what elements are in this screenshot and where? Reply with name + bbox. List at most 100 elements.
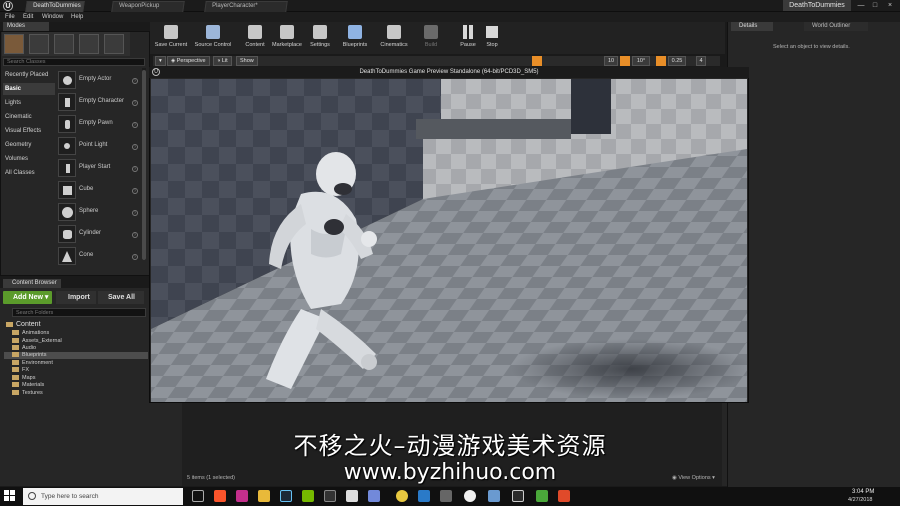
folder-item[interactable]: Assets_External — [12, 338, 148, 345]
help-icon[interactable]: ? — [132, 210, 138, 216]
build-button[interactable]: Build — [418, 23, 444, 53]
category-volumes[interactable]: Volumes — [3, 153, 55, 165]
place-item-cone[interactable]: Cone — [57, 245, 139, 267]
scale-snap-value[interactable]: 0.25 — [668, 56, 686, 66]
snap-toggle-icon[interactable] — [532, 56, 542, 66]
folder-item[interactable]: Animations — [12, 330, 148, 337]
windows-start-icon[interactable] — [4, 490, 16, 502]
viewport-options-button[interactable]: ▾ — [155, 56, 166, 66]
place-item-empty-pawn[interactable]: Empty Pawn — [57, 113, 139, 135]
grid-snap-value[interactable]: 10 — [604, 56, 618, 66]
nvidia-icon[interactable] — [302, 490, 314, 502]
doc-tab-weapon-pickup[interactable]: WeaponPickup — [111, 1, 185, 12]
help-icon[interactable]: ? — [132, 122, 138, 128]
help-icon[interactable]: ? — [132, 100, 138, 106]
place-item-point-light[interactable]: Point Light — [57, 135, 139, 157]
app-icon[interactable] — [346, 490, 358, 502]
category-cinematic[interactable]: Cinematic — [3, 111, 55, 123]
pause-button[interactable]: Pause — [456, 23, 480, 53]
place-item-sphere[interactable]: Sphere — [57, 201, 139, 223]
category-recently-placed[interactable]: Recently Placed — [3, 69, 55, 81]
menu-edit[interactable]: Edit — [23, 12, 33, 22]
doc-tab-player-character[interactable]: PlayerCharacter* — [204, 1, 288, 12]
source-control-button[interactable]: Source Control — [191, 23, 235, 53]
add-new-button[interactable]: Add New ▾ — [3, 291, 52, 304]
scale-snap-icon[interactable] — [656, 56, 666, 66]
minimize-button[interactable]: — — [855, 1, 867, 11]
chrome-icon[interactable] — [396, 490, 408, 502]
place-item-empty-character[interactable]: Empty Character — [57, 91, 139, 113]
rotation-snap-value[interactable]: 10° — [632, 56, 650, 66]
task-view-icon[interactable] — [192, 490, 204, 502]
taskbar-search-input[interactable]: Type here to search — [23, 488, 183, 505]
folder-item[interactable]: Maps — [12, 375, 148, 382]
folder-item-selected[interactable]: Blueprints — [4, 352, 148, 359]
file-explorer-icon[interactable] — [258, 490, 270, 502]
app-icon[interactable] — [558, 490, 570, 502]
maximize-button[interactable]: □ — [869, 1, 881, 11]
settings-button[interactable]: Settings — [306, 23, 334, 53]
geometry-mode-icon[interactable] — [104, 34, 124, 54]
cinematics-button[interactable]: Cinematics — [377, 23, 411, 53]
modes-scrollbar[interactable] — [142, 70, 146, 260]
place-mode-icon[interactable] — [4, 34, 24, 54]
tab-world-outliner[interactable]: World Outliner — [804, 22, 868, 31]
app-icon[interactable] — [488, 490, 500, 502]
save-all-button[interactable]: Save All — [98, 291, 144, 304]
close-button[interactable]: × — [884, 1, 896, 11]
folder-tree-root[interactable]: Content — [6, 320, 41, 329]
save-current-button[interactable]: Save Current — [153, 23, 189, 53]
app-icon[interactable] — [236, 490, 248, 502]
brave-icon[interactable] — [214, 490, 226, 502]
help-icon[interactable]: ? — [132, 166, 138, 172]
place-item-cylinder[interactable]: Cylinder — [57, 223, 139, 245]
category-basic[interactable]: Basic — [3, 83, 55, 95]
help-icon[interactable]: ? — [132, 232, 138, 238]
foliage-mode-icon[interactable] — [79, 34, 99, 54]
doc-tab-level[interactable]: DeathToDummies — [25, 1, 85, 12]
blueprints-button[interactable]: Blueprints — [338, 23, 372, 53]
clock-date[interactable]: 4/27/2018 — [848, 497, 872, 503]
folder-item[interactable]: Textures — [12, 390, 148, 397]
folder-item[interactable]: Materials — [12, 382, 148, 389]
search-classes-input[interactable]: Search Classes — [3, 58, 145, 66]
folder-item[interactable]: Environment — [12, 360, 148, 367]
help-icon[interactable]: ? — [132, 78, 138, 84]
rotation-snap-icon[interactable] — [620, 56, 630, 66]
tab-details[interactable]: Details — [731, 22, 773, 31]
show-button[interactable]: Show — [236, 56, 258, 66]
folder-item[interactable]: Audio — [12, 345, 148, 352]
content-button[interactable]: Content — [240, 23, 270, 53]
paint-mode-icon[interactable] — [29, 34, 49, 54]
modes-tab[interactable]: Modes — [3, 22, 49, 31]
discord-icon[interactable] — [368, 490, 380, 502]
game-viewport[interactable] — [151, 79, 747, 402]
perspective-button[interactable]: ◈ Perspective — [167, 56, 210, 66]
menu-file[interactable]: File — [5, 12, 15, 22]
content-browser-tab[interactable]: Content Browser — [3, 279, 61, 288]
camera-speed-value[interactable]: 4 — [696, 56, 706, 66]
place-item-cube[interactable]: Cube — [57, 179, 139, 201]
category-visual-effects[interactable]: Visual Effects — [3, 125, 55, 137]
folder-item[interactable]: FX — [12, 367, 148, 374]
menu-help[interactable]: Help — [71, 12, 83, 22]
category-all-classes[interactable]: All Classes — [3, 167, 55, 179]
help-icon[interactable]: ? — [132, 188, 138, 194]
search-folders-input[interactable]: Search Folders — [12, 308, 146, 317]
unreal-engine-icon[interactable] — [512, 490, 524, 502]
github-icon[interactable] — [464, 490, 476, 502]
app-icon[interactable] — [440, 490, 452, 502]
place-item-empty-actor[interactable]: Empty Actor — [57, 69, 139, 91]
import-button[interactable]: Import — [56, 291, 96, 304]
app-icon[interactable] — [536, 490, 548, 502]
landscape-mode-icon[interactable] — [54, 34, 74, 54]
lit-button[interactable]: ◑ Lit — [213, 56, 232, 66]
menu-window[interactable]: Window — [42, 12, 63, 22]
clock-time[interactable]: 3:04 PM — [852, 489, 874, 495]
marketplace-button[interactable]: Marketplace — [270, 23, 304, 53]
category-lights[interactable]: Lights — [3, 97, 55, 109]
place-item-player-start[interactable]: Player Start — [57, 157, 139, 179]
help-icon[interactable]: ? — [132, 254, 138, 260]
system-tray[interactable] — [780, 489, 900, 505]
help-icon[interactable]: ? — [132, 144, 138, 150]
